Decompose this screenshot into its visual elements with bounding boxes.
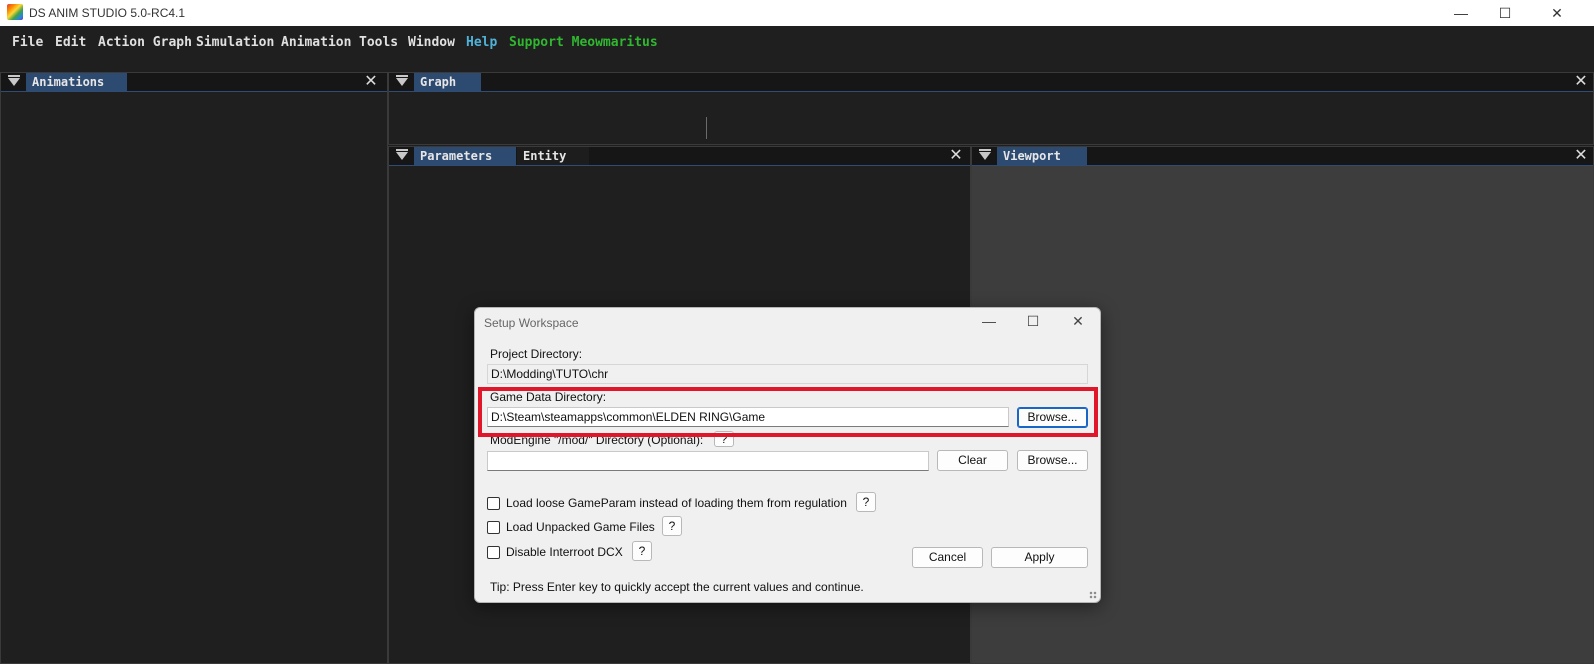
unpacked-files-checkbox[interactable]	[487, 521, 500, 534]
parameters-tabbar: Parameters Entity ✕	[389, 147, 970, 166]
unpacked-files-help-button[interactable]: ?	[662, 516, 682, 536]
loose-gameparam-label: Load loose GameParam instead of loading …	[506, 496, 847, 510]
close-icon[interactable]: ✕	[948, 147, 964, 165]
menu-action-graph[interactable]: Action Graph	[98, 35, 192, 50]
tab-animations[interactable]: Animations	[26, 73, 127, 91]
graph-panel: Graph ✕	[388, 72, 1594, 145]
panel-menu-arrow-icon[interactable]	[396, 75, 408, 86]
setup-workspace-dialog: Setup Workspace — ☐ ✕ Project Directory:…	[474, 307, 1101, 603]
minimize-button[interactable]: —	[1438, 0, 1484, 26]
close-icon[interactable]: ✕	[1573, 147, 1589, 165]
menu-support[interactable]: Support Meowmaritus	[509, 35, 658, 50]
close-icon[interactable]: ✕	[363, 73, 379, 91]
menu-window[interactable]: Window	[408, 35, 455, 50]
disable-dcx-label: Disable Interroot DCX	[506, 545, 623, 559]
menu-file[interactable]: File	[12, 35, 43, 50]
close-icon[interactable]: ✕	[1573, 73, 1589, 91]
cancel-button[interactable]: Cancel	[912, 547, 983, 568]
loose-gameparam-help-button[interactable]: ?	[856, 492, 876, 512]
menu-tools[interactable]: Tools	[359, 35, 398, 50]
dialog-title: Setup Workspace	[484, 316, 579, 330]
panel-menu-arrow-icon[interactable]	[979, 149, 991, 160]
menu-animation[interactable]: Animation	[281, 35, 351, 50]
panel-menu-arrow-icon[interactable]	[396, 149, 408, 160]
maximize-button[interactable]: ☐	[1482, 0, 1528, 26]
apply-button[interactable]: Apply	[991, 547, 1088, 568]
tip-text: Tip: Press Enter key to quickly accept t…	[490, 580, 864, 594]
project-dir-label: Project Directory:	[490, 347, 583, 361]
menu-help[interactable]: Help	[466, 35, 497, 50]
dialog-close-button[interactable]: ✕	[1067, 312, 1089, 330]
highlight-box	[478, 387, 1098, 437]
loose-gameparam-checkbox[interactable]	[487, 497, 500, 510]
dialog-minimize-button[interactable]: —	[978, 312, 1000, 330]
window-titlebar: DS ANIM STUDIO 5.0-RC4.1 — ☐ ✕	[0, 0, 1594, 26]
animations-tabbar: Animations ✕	[1, 73, 387, 92]
tab-entity[interactable]: Entity	[517, 147, 589, 165]
window-title: DS ANIM STUDIO 5.0-RC4.1	[29, 6, 186, 20]
resize-grip-icon[interactable]	[1089, 591, 1097, 599]
graph-cursor	[706, 117, 707, 139]
modengine-dir-field[interactable]	[487, 451, 929, 471]
tab-parameters[interactable]: Parameters	[414, 147, 516, 165]
menu-edit[interactable]: Edit	[55, 35, 86, 50]
close-button[interactable]: ✕	[1534, 0, 1580, 26]
viewport-tabbar: Viewport ✕	[972, 147, 1593, 166]
modengine-browse-button[interactable]: Browse...	[1017, 450, 1088, 471]
app-logo-icon	[7, 4, 23, 20]
unpacked-files-label: Load Unpacked Game Files	[506, 520, 655, 534]
menu-bar: File Edit Action Graph Simulation Animat…	[0, 27, 1594, 71]
disable-dcx-checkbox[interactable]	[487, 546, 500, 559]
dialog-maximize-button[interactable]: ☐	[1022, 312, 1044, 330]
tab-graph[interactable]: Graph	[414, 73, 481, 91]
disable-dcx-help-button[interactable]: ?	[632, 541, 652, 561]
tab-viewport[interactable]: Viewport	[997, 147, 1087, 165]
menu-simulation[interactable]: Simulation	[196, 35, 274, 50]
animations-panel: Animations ✕	[0, 72, 388, 664]
project-dir-field[interactable]: D:\Modding\TUTO\chr	[487, 364, 1088, 384]
modengine-clear-button[interactable]: Clear	[937, 450, 1008, 471]
panel-menu-arrow-icon[interactable]	[8, 75, 20, 86]
graph-tabbar: Graph ✕	[389, 73, 1593, 92]
